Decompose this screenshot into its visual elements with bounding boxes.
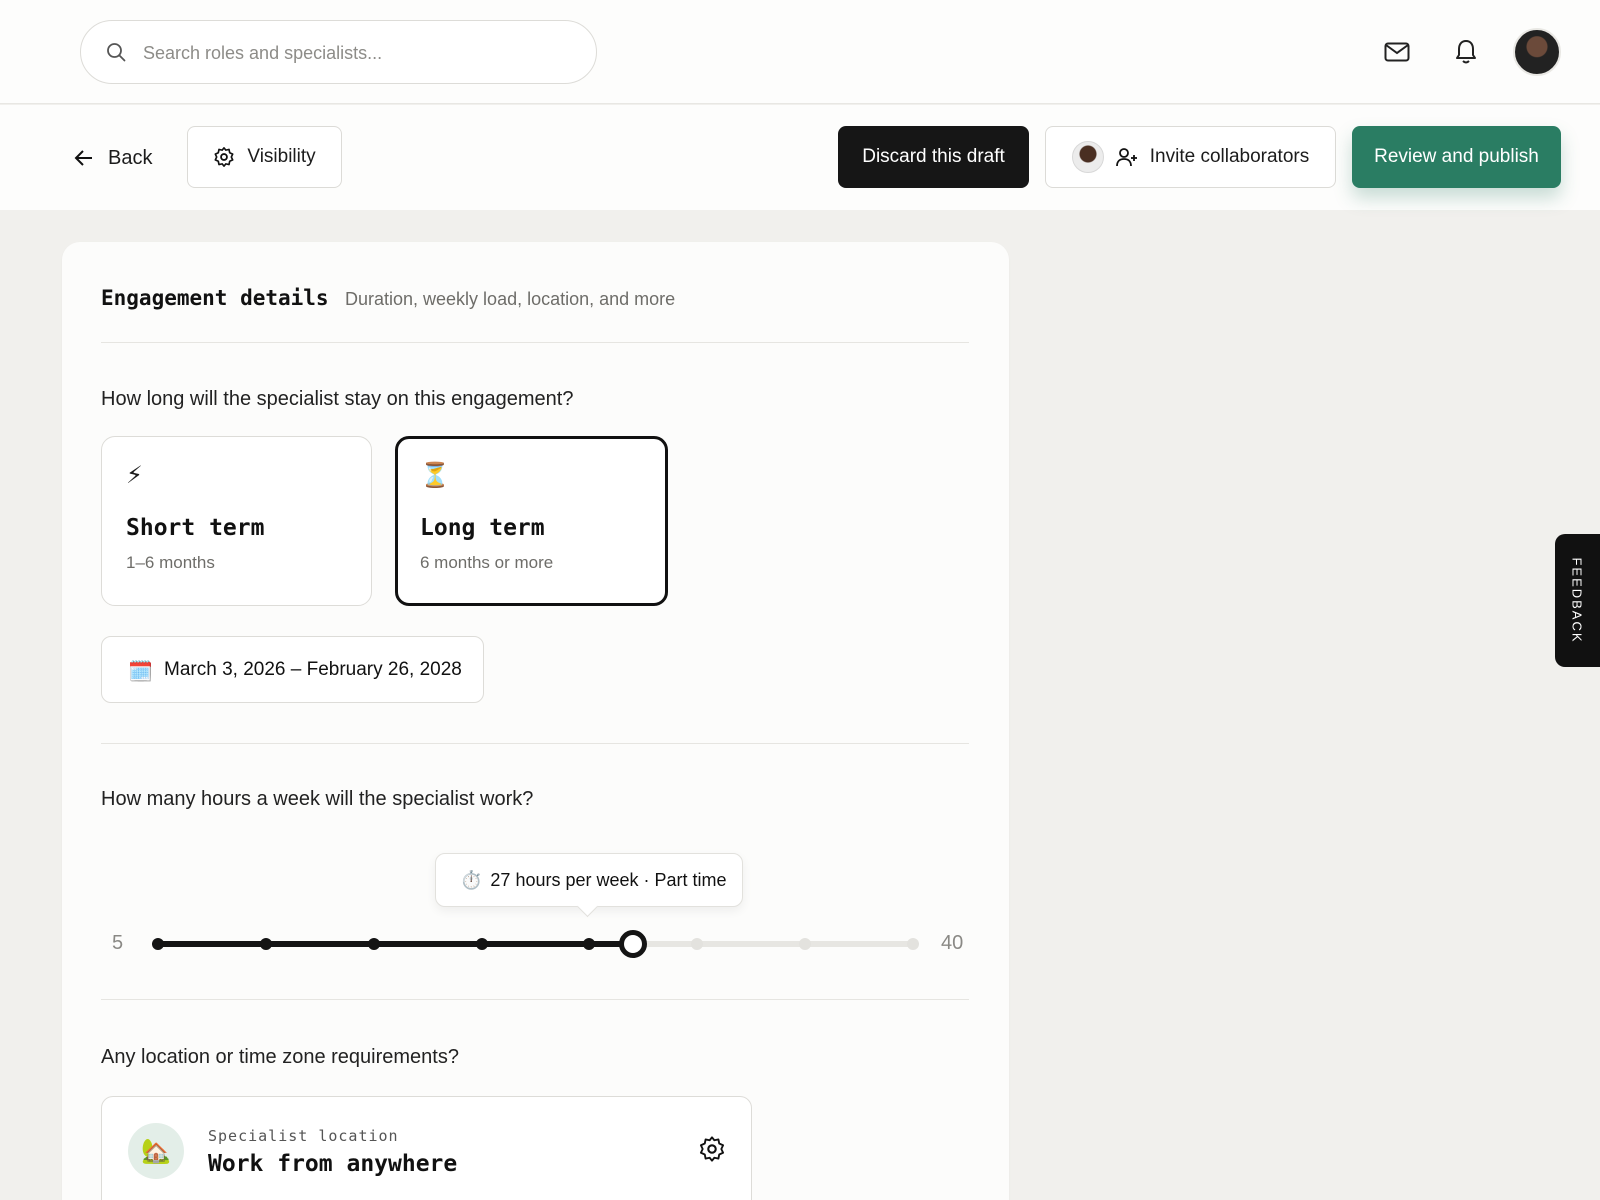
visibility-label: Visibility [247, 146, 316, 167]
hourglass-icon: ⏳ [420, 462, 450, 489]
invite-label: Invite collaborators [1149, 146, 1310, 167]
section-title: Engagement details [101, 286, 329, 310]
hours-slider-thumb[interactable] [618, 930, 647, 958]
search-bar[interactable] [80, 20, 597, 84]
gear-icon [214, 147, 234, 167]
location-selector[interactable]: 🏡 Specialist location Work from anywhere [101, 1096, 752, 1200]
publish-label: Review and publish [1374, 146, 1539, 167]
option-long-term[interactable]: ⏳ Long term 6 months or more [395, 436, 668, 606]
discard-draft-button[interactable]: Discard this draft [838, 126, 1029, 188]
option-short-term[interactable]: ⚡ Short term 1–6 months [101, 436, 372, 606]
back-button[interactable]: Back [74, 140, 152, 176]
visibility-button[interactable]: Visibility [187, 126, 342, 188]
mail-icon[interactable] [1379, 34, 1415, 70]
feedback-label: FEEDBACK [1570, 557, 1586, 644]
location-question: Any location or time zone requirements? [101, 1046, 459, 1068]
slider-tick [907, 938, 919, 950]
arrow-left-icon [74, 150, 92, 166]
option-desc: 6 months or more [420, 553, 554, 572]
feedback-tab[interactable]: FEEDBACK [1555, 534, 1600, 667]
option-title: Long term [420, 515, 545, 541]
house-icon: 🏡 [128, 1123, 184, 1179]
add-user-icon [1115, 148, 1137, 167]
duration-question: How long will the specialist stay on thi… [101, 388, 574, 410]
user-avatar[interactable] [1513, 28, 1561, 76]
calendar-icon: 🗓️ [128, 661, 153, 683]
hours-slider-fill [158, 941, 633, 947]
hours-tooltip-text: 27 hours per week · Part time [490, 869, 727, 890]
option-desc: 1–6 months [126, 553, 215, 572]
discard-label: Discard this draft [862, 146, 1005, 167]
search-input[interactable] [143, 39, 563, 67]
location-label: Specialist location [208, 1127, 399, 1145]
date-range-value: March 3, 2026 – February 26, 2028 [164, 659, 462, 680]
divider [101, 342, 969, 343]
invite-collaborators-button[interactable]: Invite collaborators [1045, 126, 1336, 188]
divider [101, 999, 969, 1000]
slider-max-label: 40 [941, 932, 964, 954]
hours-tooltip: ⏱️ 27 hours per week · Part time [435, 853, 743, 907]
slider-tick [475, 938, 488, 950]
slider-tick [259, 938, 272, 950]
divider [101, 743, 969, 744]
bell-icon[interactable] [1448, 34, 1484, 70]
back-label: Back [108, 146, 153, 169]
option-title: Short term [126, 515, 265, 541]
collaborator-avatar [1071, 141, 1104, 173]
date-range-picker[interactable]: 🗓️ March 3, 2026 – February 26, 2028 [101, 636, 484, 703]
section-subtitle: Duration, weekly load, location, and mor… [345, 289, 676, 309]
review-publish-button[interactable]: Review and publish [1352, 126, 1561, 188]
slider-min-label: 5 [112, 932, 124, 954]
slider-tick [152, 938, 164, 950]
stopwatch-icon: ⏱️ [460, 869, 483, 890]
search-icon [107, 43, 126, 62]
slider-tick [367, 938, 380, 950]
location-value: Work from anywhere [208, 1151, 458, 1177]
lightning-icon: ⚡ [126, 462, 143, 489]
gear-icon[interactable] [698, 1135, 726, 1163]
hours-question: How many hours a week will the specialis… [101, 788, 534, 810]
